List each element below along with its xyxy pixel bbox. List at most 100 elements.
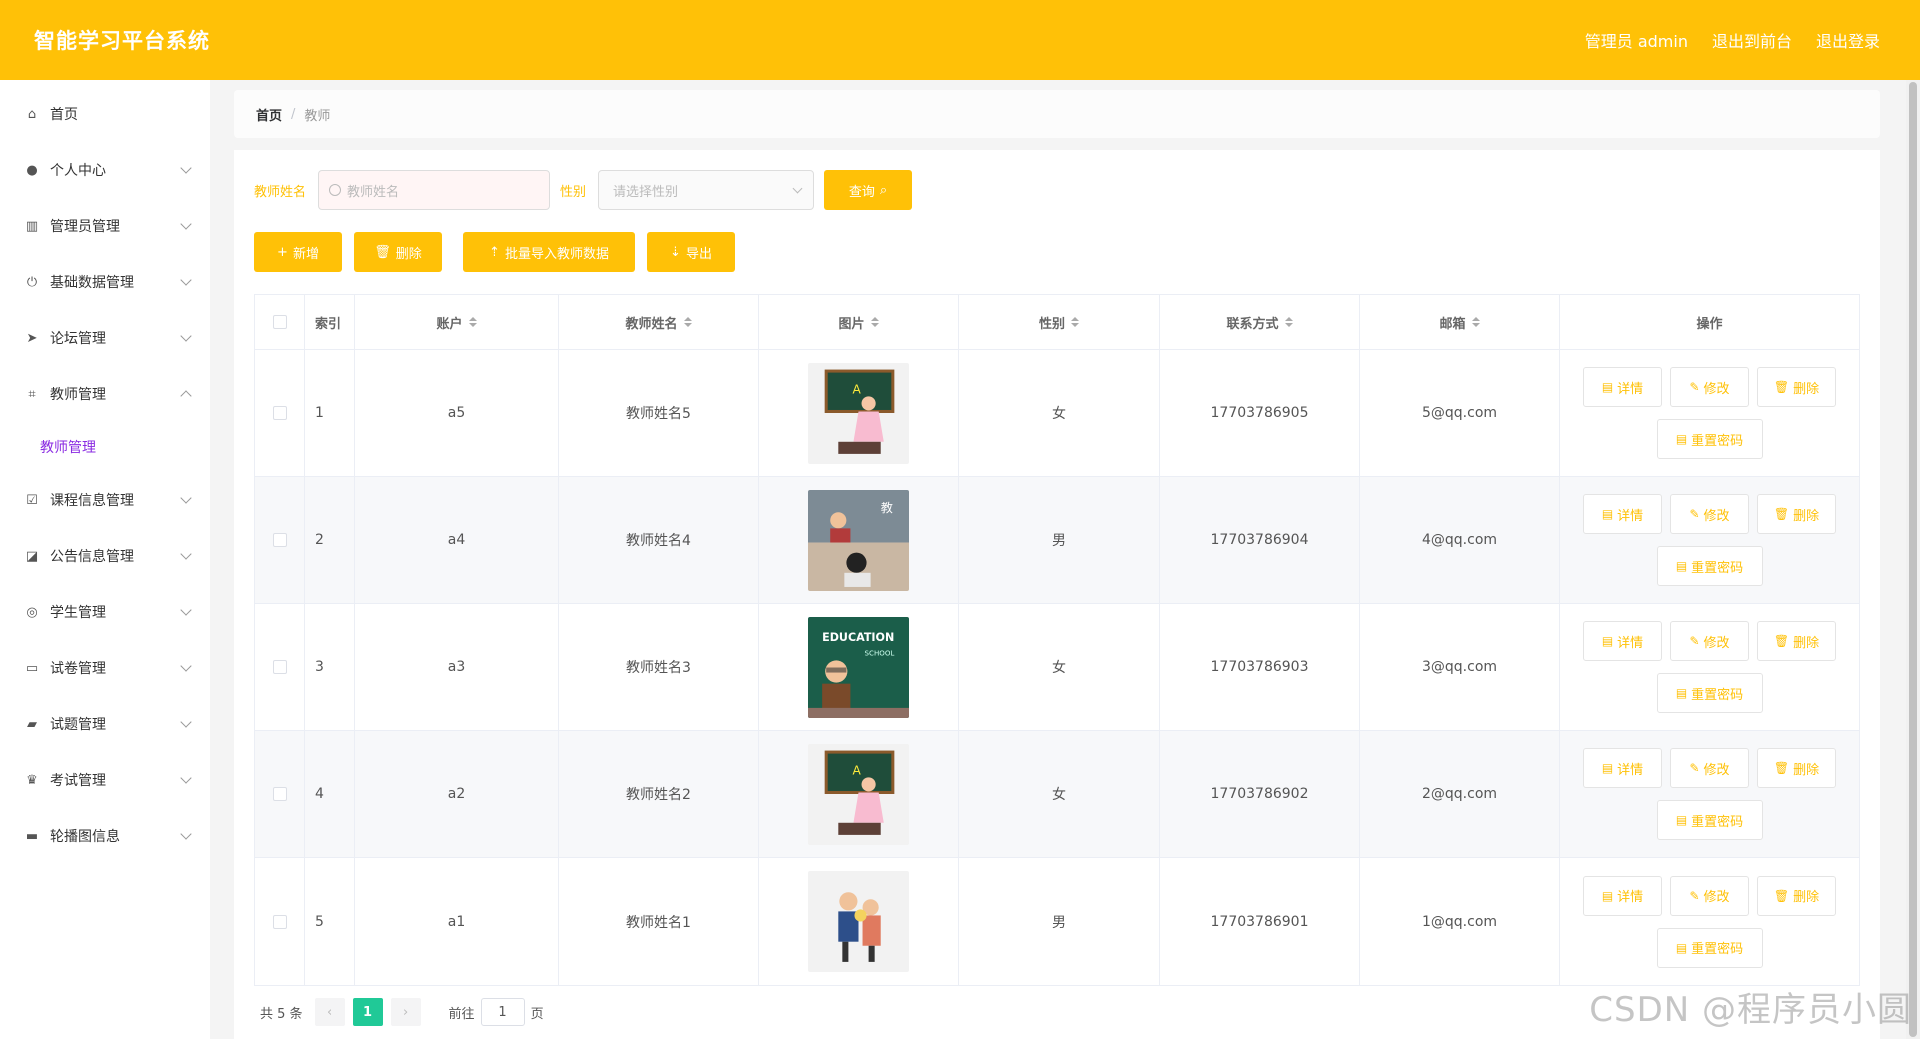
header-name[interactable]: 教师姓名 — [559, 295, 759, 349]
header-select-all[interactable] — [255, 295, 305, 349]
row-delete-button-label: 删除 — [1793, 381, 1820, 397]
reset-password-button[interactable]: ▤ 重置密码 — [1656, 927, 1763, 968]
page-number-current[interactable]: 1 — [352, 998, 383, 1026]
teacher-photo-image[interactable]: EDUCATION SCHOOL — [808, 616, 909, 718]
import-button-label: 批量导入教师数据 — [504, 246, 609, 262]
detail-button[interactable]: ▤ 详情 — [1583, 875, 1662, 916]
sidebar-item-1[interactable]: ● 个人中心 — [0, 142, 210, 198]
goto-page-input[interactable]: 1 — [480, 998, 525, 1026]
submenu-item-teacher-management[interactable]: 教师管理 — [0, 422, 210, 472]
sidebar-item-4[interactable]: ➤ 论坛管理 — [0, 310, 210, 366]
logout-link[interactable]: 退出登录 — [1816, 28, 1880, 52]
row-checkbox[interactable] — [272, 406, 287, 420]
header-image[interactable]: 图片 — [759, 295, 959, 349]
reset-password-button[interactable]: ▤ 重置密码 — [1656, 673, 1763, 713]
svg-text:EDUCATION: EDUCATION — [822, 631, 894, 644]
sort-icon[interactable] — [870, 317, 879, 327]
row-checkbox[interactable] — [272, 787, 287, 801]
row-select-cell[interactable] — [255, 858, 305, 985]
header-account[interactable]: 账户 — [355, 295, 559, 349]
detail-button[interactable]: ▤ 详情 — [1583, 748, 1662, 788]
prev-page-button[interactable]: ‹ — [314, 998, 345, 1026]
import-button[interactable]: ⇡ 批量导入教师数据 — [463, 232, 635, 272]
row-ops-cell: ▤ 详情 ✎ 修改 🗑 删除 ▤ 重置密码 — [1560, 350, 1859, 476]
edit-button[interactable]: ✎ 修改 — [1670, 494, 1749, 534]
document-icon: ▤ — [1601, 761, 1614, 775]
select-all-checkbox[interactable] — [272, 315, 287, 329]
sidebar-item-label: 考试管理 — [50, 773, 106, 789]
header-sex[interactable]: 性别 — [959, 295, 1160, 349]
download-icon: ⇣ — [670, 244, 681, 260]
row-name-cell: 教师姓名1 — [559, 858, 759, 985]
row-email: 1@qq.com — [1421, 913, 1498, 930]
sort-icon[interactable] — [1471, 317, 1480, 327]
row-select-cell[interactable] — [255, 477, 305, 603]
sex-label: 性别 — [560, 184, 587, 200]
teacher-photo-image[interactable] — [808, 871, 909, 972]
teacher-photo-image[interactable]: A — [808, 743, 909, 845]
sort-icon[interactable] — [1071, 317, 1079, 327]
message-icon: ▭ — [25, 660, 39, 676]
teacher-photo-image[interactable]: A — [808, 362, 909, 464]
reset-password-button[interactable]: ▤ 重置密码 — [1656, 800, 1763, 840]
add-button[interactable]: + 新增 — [254, 232, 342, 272]
detail-button[interactable]: ▤ 详情 — [1583, 367, 1662, 407]
admin-user-label[interactable]: 管理员 admin — [1585, 28, 1688, 52]
detail-button[interactable]: ▤ 详情 — [1583, 621, 1662, 661]
query-button[interactable]: 查询 ⌕ — [824, 170, 913, 210]
sort-icon[interactable] — [1284, 317, 1293, 327]
edit-button[interactable]: ✎ 修改 — [1670, 367, 1749, 407]
header-phone[interactable]: 联系方式 — [1160, 295, 1360, 349]
edit-button[interactable]: ✎ 修改 — [1670, 875, 1749, 916]
page-scrollbar[interactable] — [1906, 80, 1920, 1039]
row-select-cell[interactable] — [255, 731, 305, 857]
reset-password-button[interactable]: ▤ 重置密码 — [1656, 419, 1763, 459]
reset-password-button[interactable]: ▤ 重置密码 — [1656, 546, 1763, 586]
sort-icon[interactable] — [683, 317, 692, 327]
row-delete-button[interactable]: 🗑 删除 — [1757, 367, 1836, 407]
sidebar-item-6[interactable]: ☑ 课程信息管理 — [0, 472, 210, 528]
row-phone: 17703786904 — [1210, 532, 1309, 548]
sidebar-item-11[interactable]: ♛ 考试管理 — [0, 752, 210, 808]
header-email[interactable]: 邮箱 — [1360, 295, 1560, 349]
edit-button[interactable]: ✎ 修改 — [1670, 748, 1749, 788]
row-select-cell[interactable] — [255, 350, 305, 476]
row-checkbox[interactable] — [272, 914, 287, 929]
sidebar-item-0[interactable]: ⌂ 首页 — [0, 86, 210, 142]
row-delete-button[interactable]: 🗑 删除 — [1757, 875, 1836, 916]
sidebar-item-label: 试题管理 — [50, 717, 106, 733]
sidebar-item-8[interactable]: ◎ 学生管理 — [0, 584, 210, 640]
action-toolbar: + 新增 🗑 删除 ⇡ 批量导入教师数据 ⇣ 导出 — [254, 232, 1860, 272]
watermark-text: CSDN @程序员小圆 — [1589, 990, 1912, 1030]
sidebar-item-9[interactable]: ▭ 试卷管理 — [0, 640, 210, 696]
row-delete-button[interactable]: 🗑 删除 — [1757, 621, 1836, 661]
sex-select[interactable]: 请选择性别 — [598, 170, 815, 210]
row-email: 4@qq.com — [1421, 532, 1498, 548]
row-select-cell[interactable] — [255, 604, 305, 730]
teacher-photo-image[interactable]: 教 — [808, 489, 909, 591]
teacher-name-input[interactable]: 教师姓名 — [318, 170, 551, 210]
next-page-button[interactable]: › — [390, 998, 421, 1026]
sidebar-item-12[interactable]: ▬ 轮播图信息 — [0, 808, 210, 864]
sort-icon[interactable] — [468, 317, 477, 327]
delete-button[interactable]: 🗑 删除 — [354, 232, 442, 272]
sidebar-item-2[interactable]: ▥ 管理员管理 — [0, 198, 210, 254]
go-frontend-link[interactable]: 退出到前台 — [1712, 28, 1792, 52]
breadcrumb-home[interactable]: 首页 — [256, 105, 282, 124]
send-icon: ➤ — [26, 330, 38, 346]
document-icon: ▤ — [1675, 432, 1688, 446]
sidebar-item-10[interactable]: ▰ 试题管理 — [0, 696, 210, 752]
header-name-label: 教师姓名 — [625, 316, 678, 332]
scrollbar-thumb[interactable] — [1909, 82, 1917, 1037]
sidebar-item-5[interactable]: ⌗ 教师管理 — [0, 366, 210, 422]
detail-button[interactable]: ▤ 详情 — [1583, 494, 1662, 534]
sidebar-item-3[interactable]: ⏻ 基础数据管理 — [0, 254, 210, 310]
row-checkbox[interactable] — [272, 533, 287, 547]
row-delete-button[interactable]: 🗑 删除 — [1757, 494, 1836, 534]
document-icon: ▤ — [1675, 940, 1688, 955]
row-delete-button[interactable]: 🗑 删除 — [1757, 748, 1836, 788]
sidebar-item-7[interactable]: ◪ 公告信息管理 — [0, 528, 210, 584]
row-checkbox[interactable] — [272, 660, 287, 674]
edit-button[interactable]: ✎ 修改 — [1670, 621, 1749, 661]
export-button[interactable]: ⇣ 导出 — [647, 232, 735, 272]
